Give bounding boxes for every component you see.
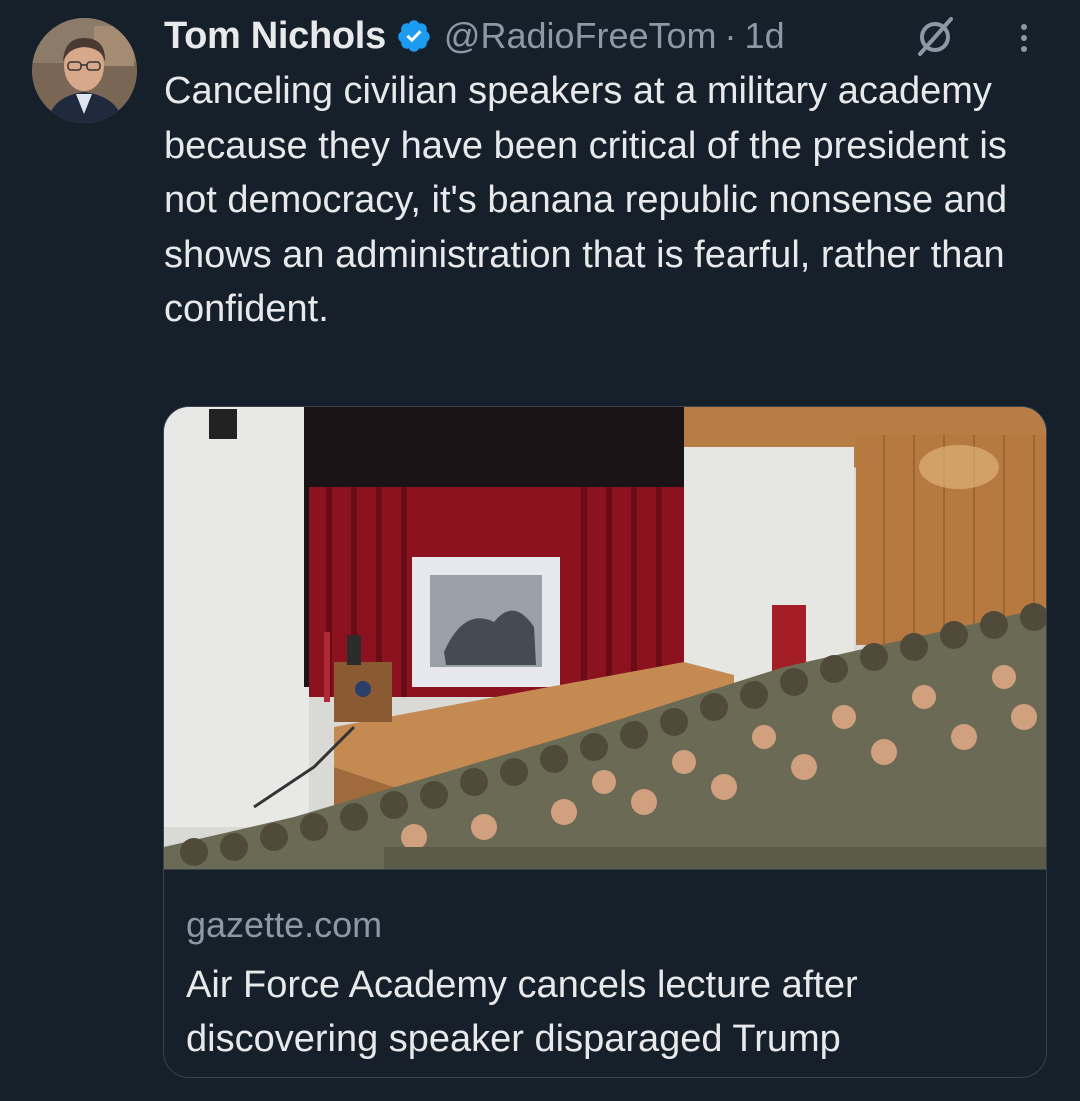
more-options-icon[interactable] [1012,18,1036,58]
avatar[interactable] [32,18,137,123]
tweet-text: Canceling civilian speakers at a militar… [164,70,1008,330]
author-handle[interactable]: @RadioFreeTom [444,15,717,57]
separator: · [724,15,737,56]
avatar-photo [32,18,137,123]
tweet-header: Tom Nichols @RadioFreeTom · 1d [164,12,785,60]
card-footer[interactable]: gazette.com Air Force Academy cancels le… [164,869,1046,1077]
card-domain: gazette.com [186,904,383,945]
card-headline: Air Force Academy cancels lecture after … [186,964,858,1060]
verified-badge-icon [398,20,430,52]
card-image [164,407,1046,869]
author-name[interactable]: Tom Nichols [164,15,386,58]
timestamp[interactable]: 1d [745,15,785,57]
link-card[interactable]: gazette.com Air Force Academy cancels le… [163,406,1047,1078]
grok-icon[interactable] [912,14,958,60]
